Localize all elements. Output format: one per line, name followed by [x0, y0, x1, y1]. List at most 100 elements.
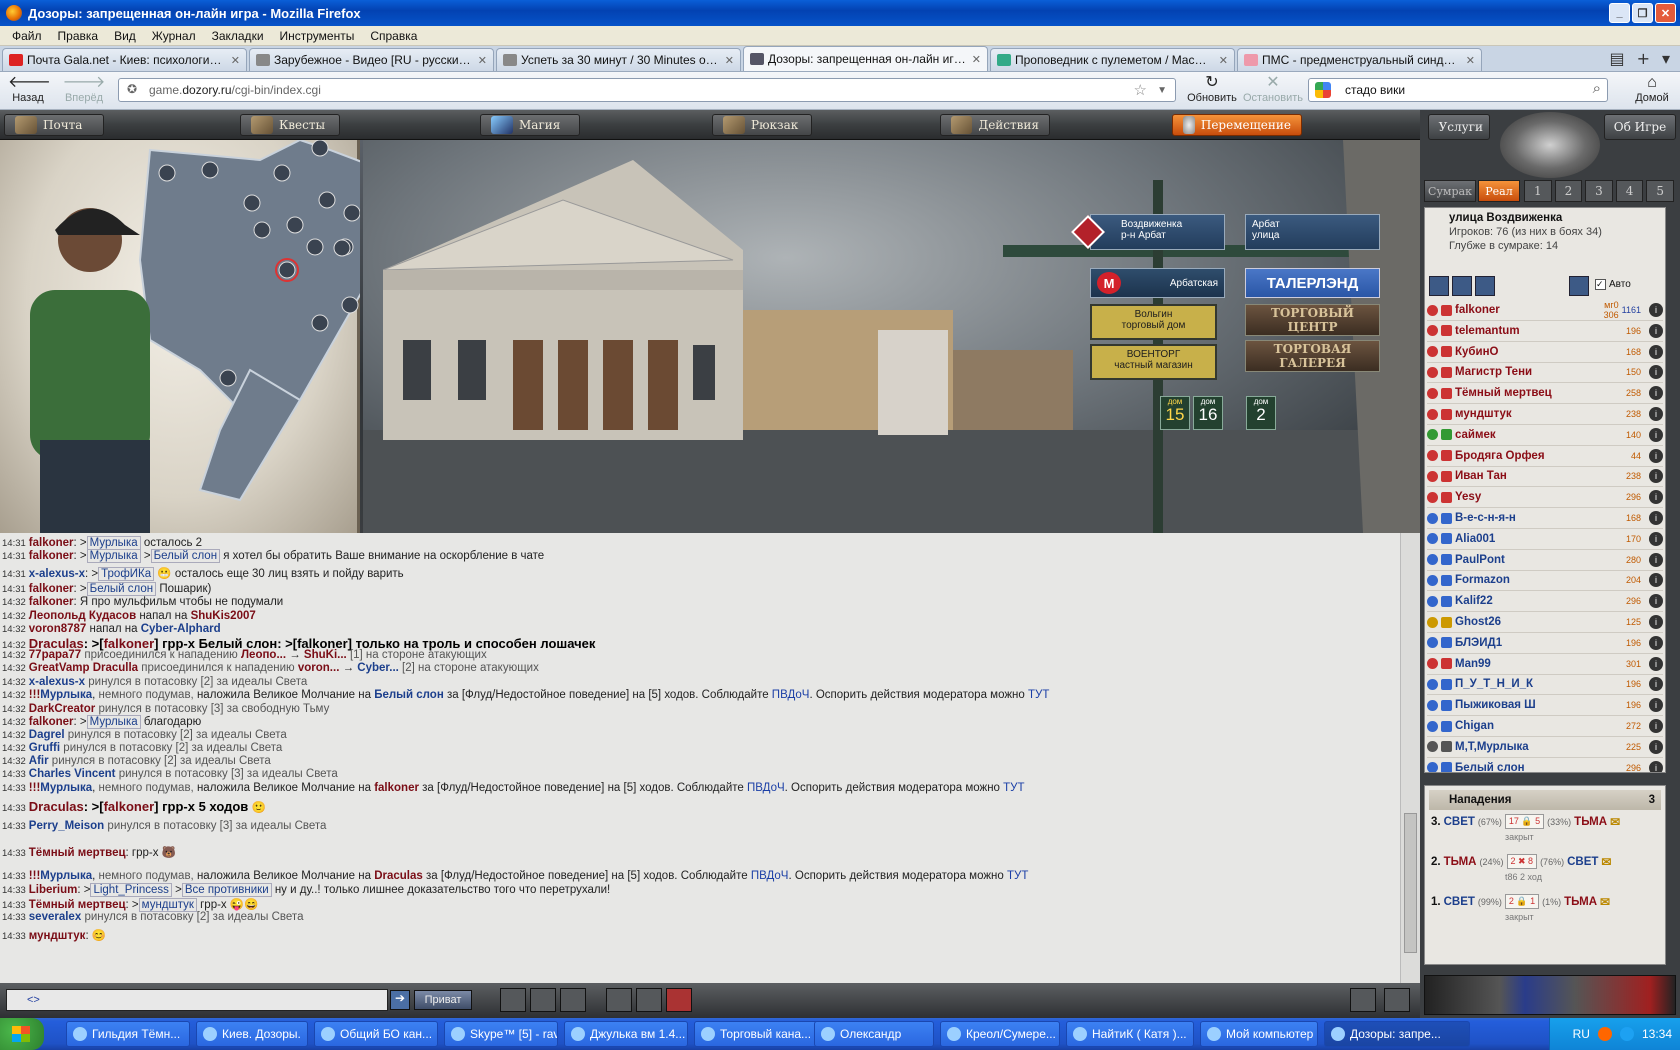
- taskbar-item[interactable]: Дозоры: запре...: [1324, 1021, 1470, 1047]
- info-icon[interactable]: i: [1649, 365, 1663, 380]
- user-name[interactable]: Иван Тан: [1455, 470, 1611, 482]
- user-row[interactable]: БЛЭЙД1 196 i: [1427, 633, 1663, 654]
- tab-ex-video[interactable]: Зарубежное - Видео [RU - русский] @ ...✕: [249, 48, 494, 71]
- info-icon[interactable]: i: [1649, 719, 1663, 733]
- user-name[interactable]: Chigan: [1455, 720, 1611, 732]
- user-name[interactable]: telemantum: [1455, 325, 1611, 337]
- user-name[interactable]: П_У_Т_Н_И_К: [1455, 678, 1611, 690]
- house-16[interactable]: дом 16: [1193, 396, 1223, 430]
- info-icon[interactable]: i: [1649, 490, 1663, 505]
- nav-actions[interactable]: Действия: [940, 114, 1050, 136]
- language-indicator[interactable]: RU: [1573, 1027, 1590, 1041]
- sign-trade-gallery[interactable]: ТОРГОВАЯ ГАЛЕРЕЯ: [1245, 340, 1380, 372]
- taskbar-item[interactable]: Skype™ [5] - rav...: [444, 1021, 558, 1047]
- info-icon[interactable]: i: [1649, 656, 1663, 671]
- tab-twilight[interactable]: Сумрак: [1424, 180, 1476, 202]
- tab-real[interactable]: Реал: [1478, 180, 1520, 202]
- sign-volgin[interactable]: Вольгин торговый дом: [1090, 304, 1217, 340]
- user-row[interactable]: Белый слон 296 i: [1427, 758, 1663, 772]
- scroll-icon[interactable]: ✉: [1610, 815, 1620, 829]
- chat-input[interactable]: <>: [6, 989, 388, 1011]
- taskbar-item[interactable]: Общий БО кан...: [314, 1021, 438, 1047]
- person-icon[interactable]: [606, 988, 632, 1012]
- attack-row[interactable]: 2. ТЬМА (24%) 2 ✖ 8 (76%) СВЕТ ✉: [1431, 854, 1611, 869]
- user-row[interactable]: мундштук 238 i: [1427, 404, 1663, 425]
- user-name[interactable]: PaulPont: [1455, 554, 1611, 566]
- level-5-button[interactable]: 5: [1646, 180, 1674, 202]
- close-window-button[interactable]: ✕: [1655, 3, 1676, 23]
- sparkle-icon[interactable]: [636, 988, 662, 1012]
- user-row[interactable]: саймек 140 i: [1427, 425, 1663, 446]
- bookmark-star-icon[interactable]: ☆: [1134, 81, 1147, 99]
- nav-movement[interactable]: Перемещение: [1172, 114, 1302, 136]
- send-arrow-icon[interactable]: ➔: [390, 990, 410, 1010]
- close-tab-icon[interactable]: ✕: [1219, 54, 1228, 67]
- filter-moon-icon[interactable]: [1452, 276, 1472, 296]
- user-row[interactable]: Пыжиковая Ш 196 i: [1427, 695, 1663, 717]
- filter-sort-icon[interactable]: [1429, 276, 1449, 296]
- level-4-button[interactable]: 4: [1615, 180, 1644, 202]
- info-icon[interactable]: i: [1649, 677, 1663, 692]
- url-bar[interactable]: ✪ game. dozory.ru/cgi-bin/index.cgi ☆ ▼: [118, 78, 1176, 102]
- user-name[interactable]: Магистр Тени: [1455, 366, 1611, 378]
- forward-button[interactable]: 🡒 Вперёд: [62, 74, 106, 104]
- user-name[interactable]: Man99: [1455, 658, 1611, 670]
- district-map[interactable]: [0, 140, 360, 533]
- taskbar-item[interactable]: Креол/Сумере...: [940, 1021, 1060, 1047]
- services-button[interactable]: Услуги: [1428, 114, 1490, 140]
- user-row[interactable]: КубинО 168 i: [1427, 342, 1663, 363]
- search-box[interactable]: стадо вики ⌕: [1308, 78, 1608, 102]
- filter-sword-icon[interactable]: [1475, 276, 1495, 296]
- auto-checkbox[interactable]: ✓ Авто: [1595, 279, 1631, 290]
- tab-pms[interactable]: ПМС - предменструальный синдром - б...✕: [1237, 48, 1482, 71]
- user-row[interactable]: Тёмный мертвец 258 i: [1427, 383, 1663, 405]
- user-row[interactable]: Alia001 170 i: [1427, 529, 1663, 550]
- sign-voentorg[interactable]: ВОЕНТОРГ частный магазин: [1090, 344, 1217, 380]
- refresh-list-icon[interactable]: [1569, 276, 1589, 296]
- taskbar-item[interactable]: НайтиК ( Катя )...: [1066, 1021, 1194, 1047]
- user-name[interactable]: Alia001: [1455, 533, 1611, 545]
- user-row[interactable]: Formazon 204 i: [1427, 570, 1663, 592]
- start-button[interactable]: [0, 1018, 44, 1050]
- chat-scroll-thumb[interactable]: [1404, 813, 1417, 953]
- user-row[interactable]: Kalif22 296 i: [1427, 591, 1663, 613]
- user-row[interactable]: Man99 301 i: [1427, 654, 1663, 675]
- user-name[interactable]: Пыжиковая Ш: [1455, 699, 1611, 711]
- user-name[interactable]: КубинО: [1455, 346, 1611, 358]
- info-icon[interactable]: i: [1649, 407, 1663, 421]
- info-icon[interactable]: i: [1649, 573, 1663, 588]
- user-row[interactable]: PaulPont 280 i: [1427, 550, 1663, 571]
- house-2[interactable]: дом 2: [1246, 396, 1276, 430]
- close-tab-icon[interactable]: ✕: [478, 54, 487, 67]
- close-tab-icon[interactable]: ✕: [972, 53, 981, 66]
- new-tab-icon[interactable]: +: [1637, 49, 1650, 68]
- menu-view[interactable]: Вид: [114, 29, 136, 43]
- user-row[interactable]: Иван Тан 238 i: [1427, 466, 1663, 488]
- user-row[interactable]: Yesy 296 i: [1427, 487, 1663, 509]
- search-icon[interactable]: ⌕: [1593, 80, 1601, 97]
- info-icon[interactable]: i: [1649, 323, 1663, 338]
- info-icon[interactable]: i: [1649, 739, 1663, 754]
- menu-file[interactable]: Файл: [12, 29, 42, 43]
- user-row[interactable]: falkoner мг0 306 1161 i: [1427, 300, 1663, 321]
- private-button[interactable]: Приват: [414, 990, 472, 1010]
- chat-scrollbar[interactable]: [1400, 533, 1420, 983]
- info-icon[interactable]: i: [1649, 635, 1663, 650]
- user-name[interactable]: Ghost26: [1455, 616, 1611, 628]
- level-2-button[interactable]: 2: [1554, 180, 1583, 202]
- reload-button[interactable]: ↻ Обновить: [1182, 74, 1242, 104]
- taskbar-item[interactable]: Торговый кана...: [694, 1021, 818, 1047]
- skype-tray-icon[interactable]: [1619, 1027, 1634, 1041]
- info-icon[interactable]: i: [1649, 594, 1663, 609]
- user-row[interactable]: П_У_Т_Н_И_К 196 i: [1427, 674, 1663, 696]
- tab-list-icon[interactable]: ▤: [1609, 49, 1624, 68]
- maximize-button[interactable]: ❐: [1632, 3, 1653, 23]
- search-input[interactable]: стадо вики: [1345, 83, 1405, 97]
- taskbar-item[interactable]: Джулька вм 1.4...: [564, 1021, 688, 1047]
- menu-bookmarks[interactable]: Закладки: [212, 29, 264, 43]
- tab-30-minutes[interactable]: Успеть за 30 минут / 30 Minutes or Less.…: [496, 48, 741, 71]
- info-icon[interactable]: i: [1649, 531, 1663, 546]
- scroll-icon[interactable]: ✉: [1600, 895, 1610, 909]
- sign-metro-arbatskaya[interactable]: M Арбатская: [1090, 268, 1225, 298]
- info-icon[interactable]: i: [1649, 427, 1663, 442]
